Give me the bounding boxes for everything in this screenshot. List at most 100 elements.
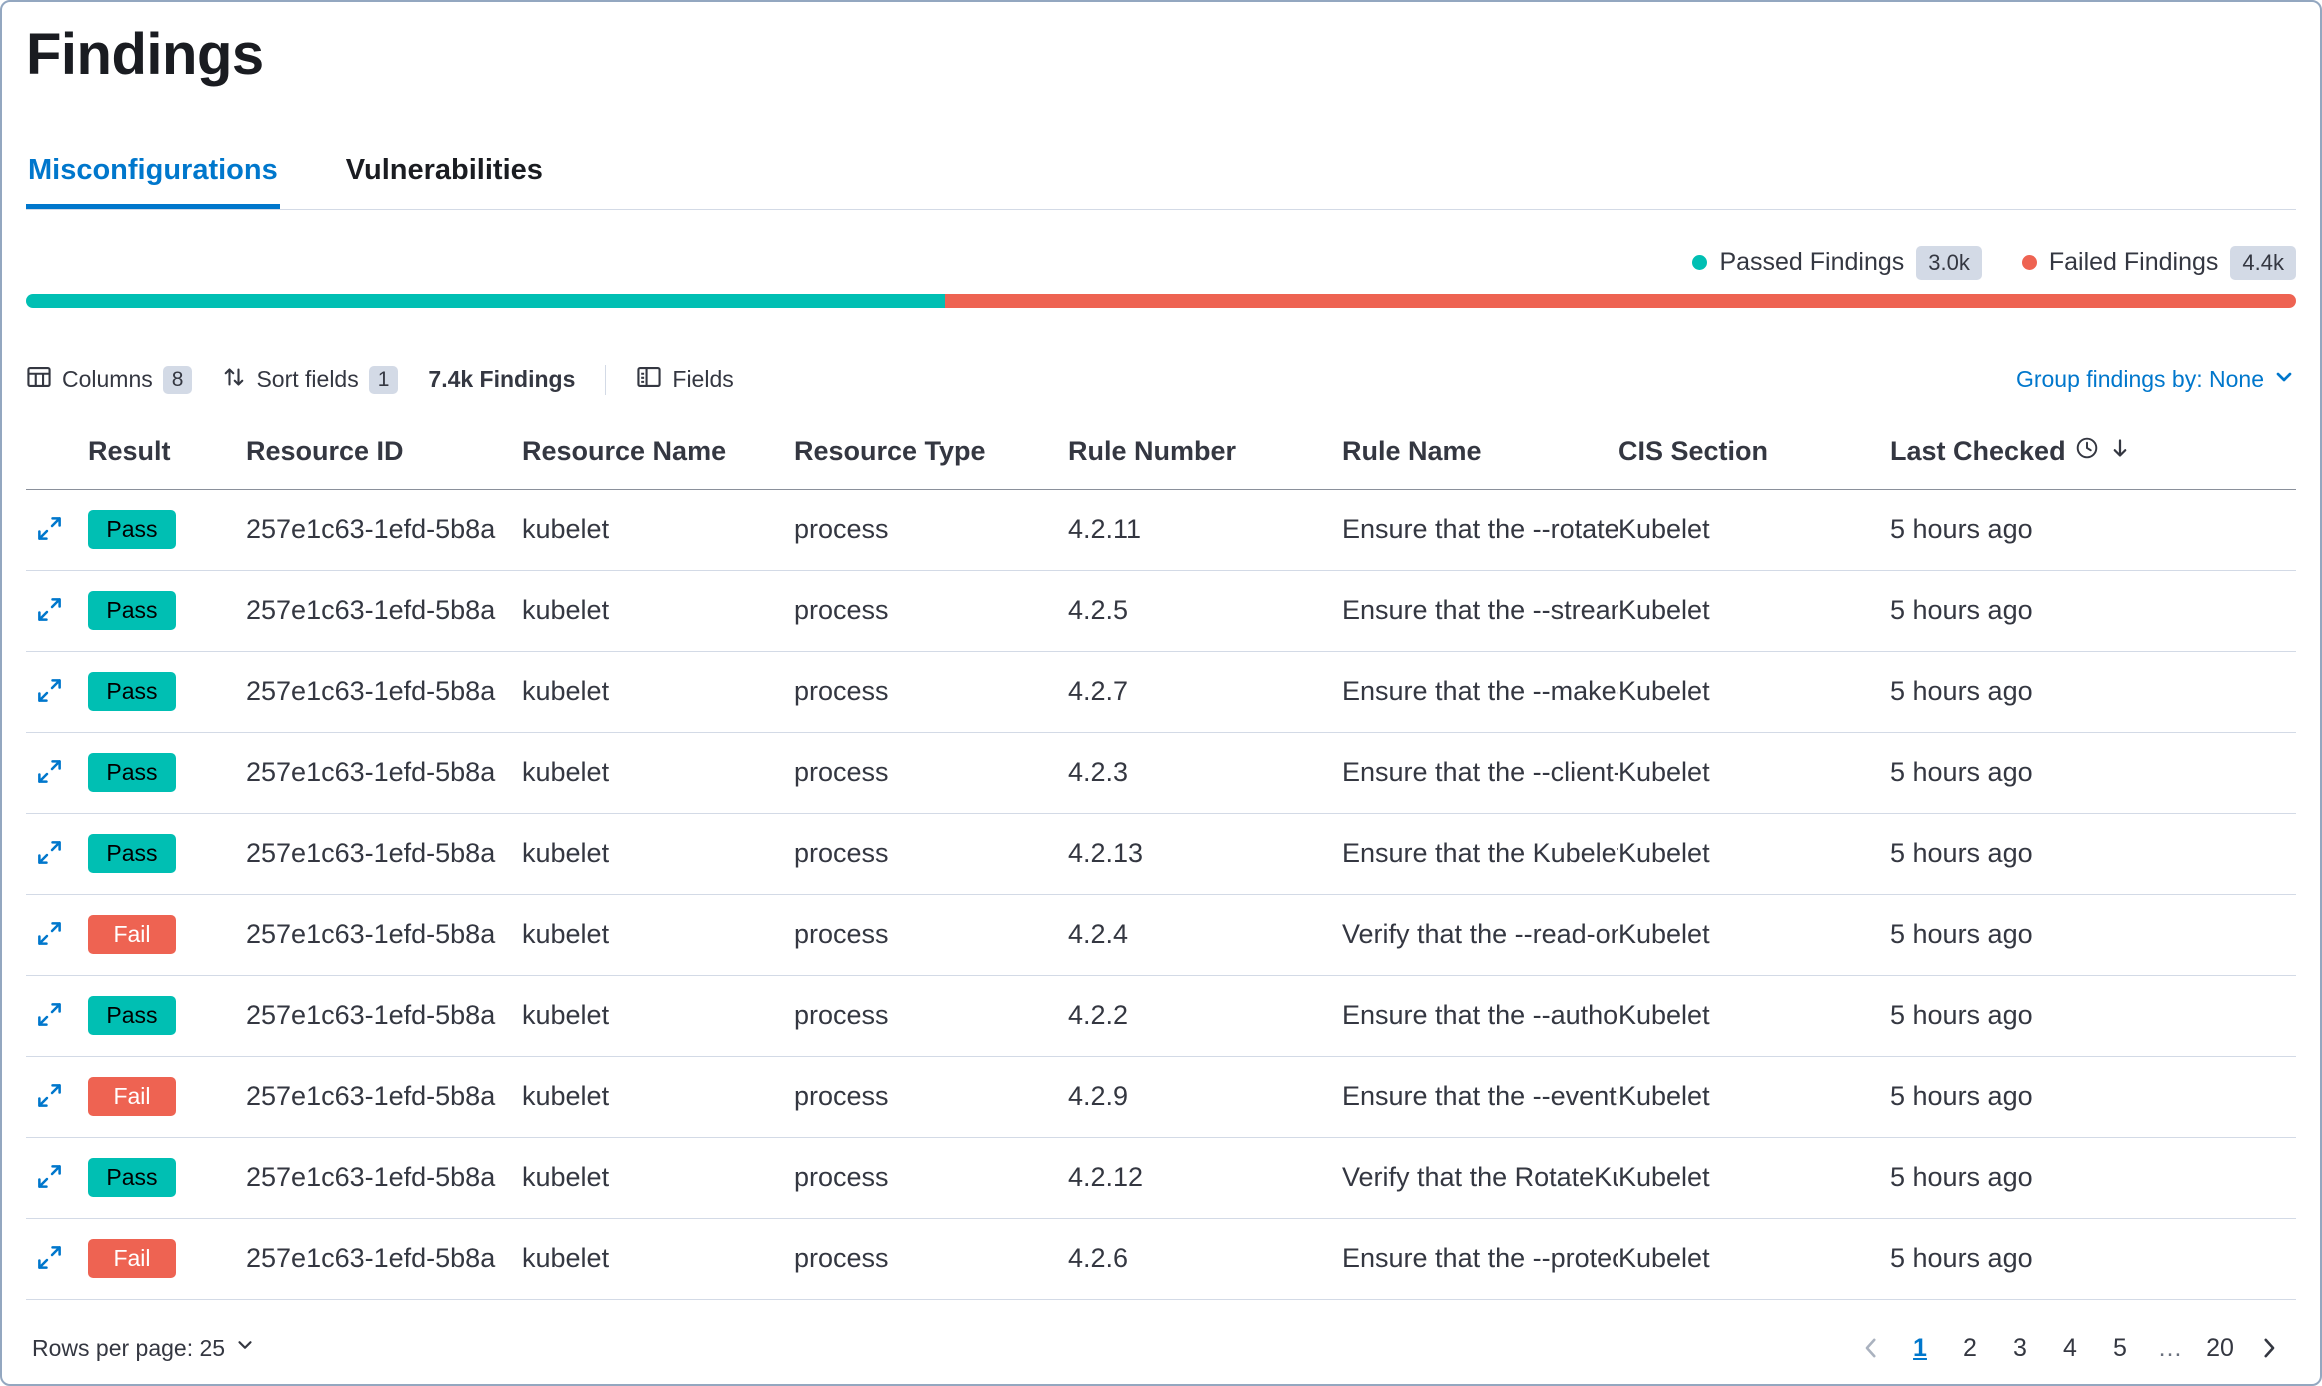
result-badge: Fail <box>88 1239 176 1278</box>
findings-distribution-bar[interactable] <box>26 294 2296 308</box>
rule-name-cell: Ensure that the --make-iptables-util-cha… <box>1342 651 1618 732</box>
header-resource-name[interactable]: Resource Name <box>522 418 794 490</box>
resource-id-cell: 257e1c63-1efd-5b8a <box>246 732 522 813</box>
result-badge: Pass <box>88 753 176 792</box>
columns-button[interactable]: Columns 8 <box>26 364 192 396</box>
page-button-4[interactable]: 4 <box>2048 1326 2092 1370</box>
last-checked-cell: 5 hours ago <box>1890 732 2296 813</box>
expand-icon <box>36 839 63 869</box>
result-badge: Fail <box>88 1077 176 1116</box>
last-checked-cell: 5 hours ago <box>1890 975 2296 1056</box>
expand-cell <box>26 489 88 570</box>
resource-name-cell: kubelet <box>522 651 794 732</box>
table-row: Pass257e1c63-1efd-5b8akubeletprocess4.2.… <box>26 651 2296 732</box>
header-rule-name[interactable]: Rule Name <box>1342 418 1618 490</box>
previous-page-button[interactable] <box>1850 1335 1892 1361</box>
last-checked-cell: 5 hours ago <box>1890 1137 2296 1218</box>
failed-bar-segment[interactable] <box>945 294 2296 308</box>
table-row: Pass257e1c63-1efd-5b8akubeletprocess4.2.… <box>26 489 2296 570</box>
expand-cell <box>26 975 88 1056</box>
result-badge: Pass <box>88 996 176 1035</box>
passed-dot-icon <box>1692 255 1707 270</box>
result-badge: Pass <box>88 1158 176 1197</box>
rule-number-cell: 4.2.13 <box>1068 813 1342 894</box>
sort-fields-button[interactable]: Sort fields 1 <box>222 365 398 395</box>
next-page-button[interactable] <box>2248 1335 2290 1361</box>
page-button-1[interactable]: 1 <box>1898 1326 1942 1370</box>
expand-icon <box>36 1244 63 1274</box>
result-cell: Pass <box>88 813 246 894</box>
resource-id-cell: 257e1c63-1efd-5b8a <box>246 489 522 570</box>
expand-row-button[interactable] <box>36 920 63 950</box>
header-rule-number[interactable]: Rule Number <box>1068 418 1342 490</box>
rule-number-cell: 4.2.6 <box>1068 1218 1342 1299</box>
expand-cell <box>26 732 88 813</box>
last-checked-cell: 5 hours ago <box>1890 1218 2296 1299</box>
rule-number-cell: 4.2.9 <box>1068 1056 1342 1137</box>
result-cell: Fail <box>88 1218 246 1299</box>
toolbar-divider <box>605 365 606 395</box>
cis-section-cell: Kubelet <box>1618 813 1890 894</box>
expand-cell <box>26 813 88 894</box>
rows-per-page-button[interactable]: Rows per page: 25 <box>32 1334 256 1362</box>
page-title: Findings <box>26 20 2296 90</box>
sort-fields-count-badge: 1 <box>369 366 399 394</box>
cis-section-cell: Kubelet <box>1618 489 1890 570</box>
resource-id-cell: 257e1c63-1efd-5b8a <box>246 813 522 894</box>
expand-row-button[interactable] <box>36 515 63 545</box>
rule-name-cell: Ensure that the --rotate-certificates ar… <box>1342 489 1618 570</box>
result-cell: Fail <box>88 1056 246 1137</box>
header-result[interactable]: Result <box>88 418 246 490</box>
page-button-3[interactable]: 3 <box>1998 1326 2042 1370</box>
page-button-5[interactable]: 5 <box>2098 1326 2142 1370</box>
expand-row-button[interactable] <box>36 758 63 788</box>
header-resource-type[interactable]: Resource Type <box>794 418 1068 490</box>
last-checked-cell: 5 hours ago <box>1890 651 2296 732</box>
expand-row-button[interactable] <box>36 839 63 869</box>
header-cis-section[interactable]: CIS Section <box>1618 418 1890 490</box>
last-checked-cell: 5 hours ago <box>1890 813 2296 894</box>
rule-number-cell: 4.2.3 <box>1068 732 1342 813</box>
cis-section-cell: Kubelet <box>1618 732 1890 813</box>
tab-misconfigurations[interactable]: Misconfigurations <box>26 154 280 209</box>
header-resource-id[interactable]: Resource ID <box>246 418 522 490</box>
expand-row-button[interactable] <box>36 596 63 626</box>
expand-row-button[interactable] <box>36 1001 63 1031</box>
expand-icon <box>36 758 63 788</box>
group-findings-by-button[interactable]: Group findings by: None <box>2016 365 2296 395</box>
page-button-20[interactable]: 20 <box>2198 1326 2242 1370</box>
resource-name-cell: kubelet <box>522 1056 794 1137</box>
page-button-2[interactable]: 2 <box>1948 1326 1992 1370</box>
cis-section-cell: Kubelet <box>1618 1137 1890 1218</box>
expand-row-button[interactable] <box>36 1163 63 1193</box>
expand-row-button[interactable] <box>36 1244 63 1274</box>
result-badge: Fail <box>88 915 176 954</box>
rule-name-cell: Ensure that the --protect-kernel-default… <box>1342 1218 1618 1299</box>
result-cell: Pass <box>88 975 246 1056</box>
header-last-checked[interactable]: Last Checked <box>1890 418 2296 490</box>
table-row: Fail257e1c63-1efd-5b8akubeletprocess4.2.… <box>26 1056 2296 1137</box>
rule-number-cell: 4.2.12 <box>1068 1137 1342 1218</box>
fields-button[interactable]: Fields <box>636 364 733 396</box>
result-badge: Pass <box>88 672 176 711</box>
rule-name-cell: Verify that the --read-only-port argumen… <box>1342 894 1618 975</box>
resource-type-cell: process <box>794 975 1068 1056</box>
tab-vulnerabilities[interactable]: Vulnerabilities <box>344 154 545 209</box>
rule-number-cell: 4.2.2 <box>1068 975 1342 1056</box>
expand-row-button[interactable] <box>36 1082 63 1112</box>
last-checked-cell: 5 hours ago <box>1890 1056 2296 1137</box>
passed-bar-segment[interactable] <box>26 294 945 308</box>
resource-type-cell: process <box>794 489 1068 570</box>
failed-findings-count-badge: 4.4k <box>2230 246 2296 280</box>
table-row: Pass257e1c63-1efd-5b8akubeletprocess4.2.… <box>26 570 2296 651</box>
resource-id-cell: 257e1c63-1efd-5b8a <box>246 1218 522 1299</box>
result-badge: Pass <box>88 591 176 630</box>
sort-desc-icon <box>2108 436 2132 467</box>
expand-icon <box>36 677 63 707</box>
expand-row-button[interactable] <box>36 677 63 707</box>
cis-section-cell: Kubelet <box>1618 651 1890 732</box>
cis-section-cell: Kubelet <box>1618 1056 1890 1137</box>
expand-icon <box>36 1082 63 1112</box>
result-cell: Fail <box>88 894 246 975</box>
pagination: 12345…20 <box>1850 1326 2290 1370</box>
